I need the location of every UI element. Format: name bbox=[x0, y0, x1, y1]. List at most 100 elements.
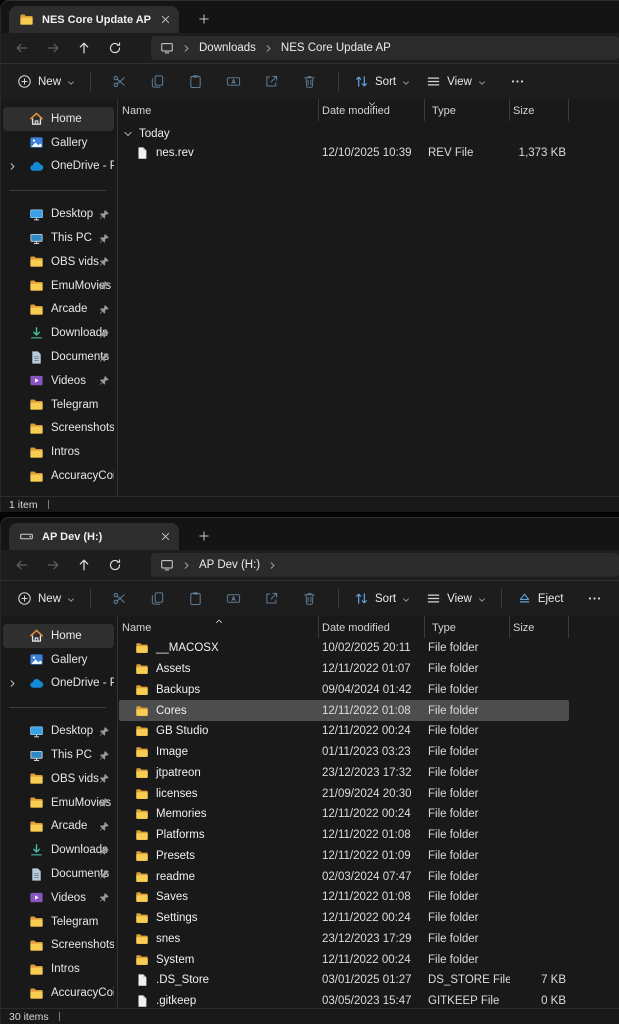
column-header[interactable]: Date modified bbox=[319, 99, 425, 121]
sidebar-item[interactable]: Intros bbox=[3, 440, 114, 464]
file-row[interactable]: .gitkeep 03/05/2023 15:47 GITKEEP File 0… bbox=[119, 991, 569, 1008]
delete-icon[interactable] bbox=[302, 591, 317, 606]
sidebar-item[interactable]: Documents bbox=[3, 862, 114, 886]
expand-chevron-icon[interactable] bbox=[8, 162, 17, 171]
rename-icon[interactable] bbox=[226, 74, 241, 89]
file-row[interactable]: .DS_Store 03/01/2025 01:27 DS_STORE File… bbox=[119, 970, 569, 991]
view-button[interactable]: View bbox=[418, 584, 494, 614]
refresh-icon[interactable] bbox=[108, 41, 122, 55]
refresh-icon[interactable] bbox=[108, 558, 122, 572]
explorer-tab[interactable]: NES Core Update AP bbox=[9, 6, 179, 33]
sidebar-item[interactable]: Gallery bbox=[3, 131, 114, 155]
sidebar-item[interactable]: Telegram bbox=[3, 393, 114, 417]
file-row[interactable]: snes 23/12/2023 17:29 File folder bbox=[119, 929, 569, 950]
sidebar-item[interactable]: Videos bbox=[3, 369, 114, 393]
paste-icon[interactable] bbox=[188, 591, 203, 606]
more-options-icon[interactable] bbox=[587, 591, 602, 606]
view-button[interactable]: View bbox=[418, 67, 494, 97]
breadcrumb-item[interactable]: AP Dev (H:) bbox=[199, 559, 260, 571]
sidebar-item[interactable]: AccuracyCoin bbox=[3, 464, 114, 488]
file-row[interactable]: Image 01/11/2023 03:23 File folder bbox=[119, 742, 569, 763]
paste-icon[interactable] bbox=[188, 74, 203, 89]
new-button[interactable]: New bbox=[9, 584, 83, 614]
sort-button[interactable]: Sort bbox=[346, 584, 418, 614]
sidebar-item[interactable]: EmuMovies \ bbox=[3, 274, 114, 298]
sidebar-item[interactable]: EmuMovies \ bbox=[3, 791, 114, 815]
new-button[interactable]: New bbox=[9, 67, 83, 97]
sidebar-item[interactable] bbox=[3, 178, 114, 202]
breadcrumb-item[interactable]: NES Core Update AP bbox=[281, 42, 391, 54]
file-row[interactable]: System 12/11/2022 00:24 File folder bbox=[119, 949, 569, 970]
sidebar-item[interactable]: OBS vids bbox=[3, 767, 114, 791]
sidebar-item[interactable]: Intros bbox=[3, 957, 114, 981]
sidebar-item[interactable]: Downloads bbox=[3, 838, 114, 862]
sidebar-item[interactable]: Desktop bbox=[3, 719, 114, 743]
file-row[interactable]: GB Studio 12/11/2022 00:24 File folder bbox=[119, 721, 569, 742]
more-options-icon[interactable] bbox=[510, 74, 525, 89]
sidebar-item[interactable]: OBS vids bbox=[3, 250, 114, 274]
file-row[interactable]: __MACOSX 10/02/2025 20:11 File folder bbox=[119, 638, 569, 659]
sidebar-item[interactable]: Downloads bbox=[3, 321, 114, 345]
file-row[interactable]: Cores 12/11/2022 01:08 File folder bbox=[119, 700, 569, 721]
sidebar-item[interactable]: Gallery bbox=[3, 648, 114, 672]
file-row[interactable]: jtpatreon 23/12/2023 17:32 File folder bbox=[119, 763, 569, 784]
sidebar-item[interactable]: Videos bbox=[3, 886, 114, 910]
file-row[interactable]: licenses 21/09/2024 20:30 File folder bbox=[119, 783, 569, 804]
file-row[interactable]: Backups 09/04/2024 01:42 File folder bbox=[119, 680, 569, 701]
column-header[interactable]: Type bbox=[425, 616, 510, 638]
sidebar-item[interactable]: Home bbox=[3, 107, 114, 131]
forward-icon[interactable] bbox=[46, 558, 60, 572]
sidebar-item[interactable]: Screenshots bbox=[3, 934, 114, 958]
sidebar-item[interactable]: Arcade bbox=[3, 298, 114, 322]
file-row[interactable]: readme 02/03/2024 07:47 File folder bbox=[119, 866, 569, 887]
eject-button[interactable]: Eject bbox=[509, 584, 572, 614]
share-icon[interactable] bbox=[264, 591, 279, 606]
explorer-tab[interactable]: AP Dev (H:) bbox=[9, 523, 179, 550]
back-icon[interactable] bbox=[15, 41, 29, 55]
sidebar-item[interactable]: Home bbox=[3, 624, 114, 648]
column-header[interactable]: Name bbox=[119, 99, 319, 121]
up-icon[interactable] bbox=[77, 41, 91, 55]
collapse-group-icon[interactable] bbox=[123, 129, 133, 139]
column-header[interactable]: Size bbox=[510, 99, 569, 121]
close-tab-icon[interactable] bbox=[160, 14, 171, 25]
address-bar[interactable]: Downloads NES Core Update AP bbox=[151, 36, 619, 60]
column-header[interactable]: Date modified bbox=[319, 616, 425, 638]
copy-icon[interactable] bbox=[150, 74, 165, 89]
file-row[interactable]: Saves 12/11/2022 01:08 File folder bbox=[119, 887, 569, 908]
sidebar-item[interactable]: Telegram bbox=[3, 910, 114, 934]
file-row[interactable]: Assets 12/11/2022 01:07 File folder bbox=[119, 659, 569, 680]
sidebar-item[interactable]: OneDrive - Pers bbox=[3, 155, 114, 179]
copy-icon[interactable] bbox=[150, 591, 165, 606]
group-header[interactable]: Today bbox=[119, 124, 619, 143]
new-tab-icon[interactable] bbox=[198, 13, 210, 25]
sidebar-item[interactable] bbox=[3, 695, 114, 719]
cut-icon[interactable] bbox=[112, 591, 127, 606]
sidebar-item[interactable]: OneDrive - Pers bbox=[3, 672, 114, 696]
breadcrumb-item[interactable]: Downloads bbox=[199, 42, 256, 54]
sidebar-item[interactable]: Documents bbox=[3, 345, 114, 369]
new-tab-icon[interactable] bbox=[198, 530, 210, 542]
share-icon[interactable] bbox=[264, 74, 279, 89]
address-bar[interactable]: AP Dev (H:) bbox=[151, 553, 619, 577]
file-row[interactable]: Presets 12/11/2022 01:09 File folder bbox=[119, 846, 569, 867]
close-tab-icon[interactable] bbox=[160, 531, 171, 542]
sidebar-item[interactable]: Arcade bbox=[3, 815, 114, 839]
up-icon[interactable] bbox=[77, 558, 91, 572]
sidebar-item[interactable]: Desktop bbox=[3, 202, 114, 226]
expand-chevron-icon[interactable] bbox=[8, 679, 17, 688]
column-header[interactable]: Type bbox=[425, 99, 510, 121]
file-row[interactable]: Memories 12/11/2022 00:24 File folder bbox=[119, 804, 569, 825]
column-header[interactable]: Name bbox=[119, 616, 319, 638]
column-header[interactable]: Size bbox=[510, 616, 569, 638]
cut-icon[interactable] bbox=[112, 74, 127, 89]
forward-icon[interactable] bbox=[46, 41, 60, 55]
sidebar-item[interactable]: AccuracyCoin bbox=[3, 981, 114, 1005]
sidebar-item[interactable]: Screenshots bbox=[3, 417, 114, 441]
file-row[interactable]: Platforms 12/11/2022 01:08 File folder bbox=[119, 825, 569, 846]
file-row[interactable]: nes.rev 12/10/2025 10:39 REV File 1,373 … bbox=[119, 143, 569, 164]
rename-icon[interactable] bbox=[226, 591, 241, 606]
back-icon[interactable] bbox=[15, 558, 29, 572]
sidebar-item[interactable]: This PC bbox=[3, 226, 114, 250]
sidebar-item[interactable]: This PC bbox=[3, 743, 114, 767]
